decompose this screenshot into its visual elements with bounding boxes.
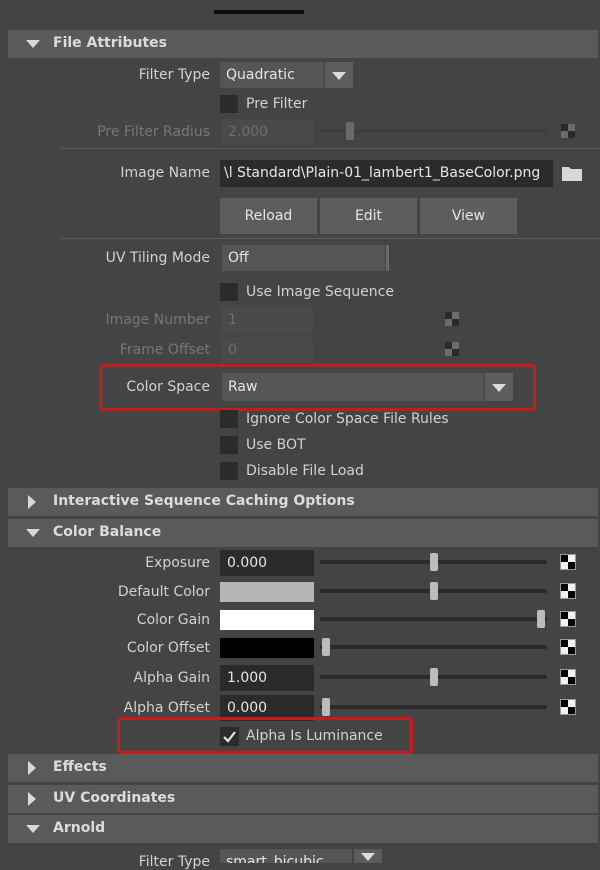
use-image-sequence-checkbox[interactable] xyxy=(220,283,238,301)
disable-file-load-label: Disable File Load xyxy=(246,463,364,479)
use-bot-checkbox[interactable] xyxy=(220,436,238,454)
expand-arrow-icon xyxy=(28,495,36,509)
exposure-field[interactable]: 0.000 xyxy=(220,550,314,576)
filter-type-dropdown[interactable]: Quadratic xyxy=(220,62,324,88)
default-color-label: Default Color xyxy=(117,584,210,600)
alpha-offset-slider-handle[interactable] xyxy=(322,698,330,716)
section-title: Interactive Sequence Caching Options xyxy=(53,493,355,509)
pre-filter-radius-slider-handle[interactable] xyxy=(346,122,354,140)
color-gain-label: Color Gain xyxy=(136,612,210,628)
collapse-arrow-icon xyxy=(26,825,40,833)
panel-top-bar xyxy=(0,0,600,28)
chevron-down-icon xyxy=(332,72,346,80)
section-title: File Attributes xyxy=(53,35,167,51)
filter-type-dropdown-button[interactable] xyxy=(325,62,353,88)
collapse-arrow-icon xyxy=(26,40,40,48)
frame-offset-label: Frame Offset xyxy=(119,342,210,358)
highlight-box-alpha-is-luminance xyxy=(117,717,413,754)
color-gain-swatch[interactable] xyxy=(220,610,314,630)
map-button-icon[interactable] xyxy=(560,583,576,599)
highlight-box-color-space xyxy=(99,364,536,411)
section-uv-coordinates[interactable]: UV Coordinates xyxy=(8,785,598,813)
edit-button[interactable]: Edit xyxy=(320,198,417,234)
image-number-field[interactable]: 1 xyxy=(221,307,313,333)
divider xyxy=(60,148,600,149)
section-file-attributes[interactable]: File Attributes xyxy=(8,30,598,58)
map-button-icon[interactable] xyxy=(560,699,576,715)
divider xyxy=(60,238,600,239)
collapse-arrow-icon xyxy=(26,529,40,537)
reload-button[interactable]: Reload xyxy=(220,198,317,234)
color-gain-slider-handle[interactable] xyxy=(537,610,545,628)
color-offset-slider-handle[interactable] xyxy=(322,638,330,656)
pre-filter-label: Pre Filter xyxy=(246,96,308,112)
map-button-icon[interactable] xyxy=(445,342,459,356)
chevron-down-icon xyxy=(361,853,375,861)
use-image-sequence-label: Use Image Sequence xyxy=(246,284,394,300)
arnold-filter-type-label: Filter Type xyxy=(138,854,210,870)
section-color-balance[interactable]: Color Balance xyxy=(8,519,598,547)
image-name-label: Image Name xyxy=(120,165,210,181)
image-name-field[interactable]: \l Standard\Plain-01_lambert1_BaseColor.… xyxy=(220,160,553,187)
map-button-icon[interactable] xyxy=(561,124,575,138)
arnold-filter-type-dropdown[interactable]: smart_bicubic xyxy=(220,849,352,863)
map-button-icon[interactable] xyxy=(560,669,576,685)
color-gain-slider-track[interactable] xyxy=(320,617,547,621)
alpha-offset-label: Alpha Offset xyxy=(123,700,210,716)
section-interactive-sequence-caching[interactable]: Interactive Sequence Caching Options xyxy=(8,488,598,516)
section-effects[interactable]: Effects xyxy=(8,754,598,782)
folder-icon[interactable] xyxy=(561,164,583,182)
section-arnold[interactable]: Arnold xyxy=(8,815,598,843)
color-offset-swatch[interactable] xyxy=(220,638,314,658)
pre-filter-radius-field[interactable]: 2.000 xyxy=(221,119,313,145)
section-title: Effects xyxy=(53,759,107,775)
pre-filter-radius-slider-track[interactable] xyxy=(320,129,547,133)
image-number-label: Image Number xyxy=(105,312,210,328)
drag-handle[interactable] xyxy=(214,10,304,14)
expand-arrow-icon xyxy=(28,792,36,806)
image-name-value: \l Standard\Plain-01_lambert1_BaseColor.… xyxy=(224,165,541,181)
section-title: Color Balance xyxy=(53,524,162,540)
exposure-slider-handle[interactable] xyxy=(429,553,438,571)
uv-tiling-mode-dropdown[interactable]: Off xyxy=(222,245,385,271)
expand-arrow-icon xyxy=(28,761,36,775)
alpha-offset-slider-track[interactable] xyxy=(320,705,547,709)
frame-offset-field[interactable]: 0 xyxy=(221,337,313,363)
alpha-gain-label: Alpha Gain xyxy=(133,670,210,686)
section-title: UV Coordinates xyxy=(53,790,176,806)
default-color-slider-handle[interactable] xyxy=(429,582,438,600)
default-color-swatch[interactable] xyxy=(220,582,314,602)
exposure-label: Exposure xyxy=(145,555,210,571)
alpha-gain-slider-handle[interactable] xyxy=(429,668,438,686)
uv-tiling-mode-label: UV Tiling Mode xyxy=(105,250,210,266)
dropdown-edge xyxy=(386,245,389,271)
map-button-icon[interactable] xyxy=(445,312,459,326)
pre-filter-radius-label: Pre Filter Radius xyxy=(97,124,210,140)
ignore-color-space-label: Ignore Color Space File Rules xyxy=(246,411,449,427)
pre-filter-checkbox[interactable] xyxy=(220,95,238,113)
map-button-icon[interactable] xyxy=(560,639,576,655)
alpha-gain-field[interactable]: 1.000 xyxy=(220,665,314,691)
map-button-icon[interactable] xyxy=(560,554,576,570)
use-bot-label: Use BOT xyxy=(246,437,306,453)
map-button-icon[interactable] xyxy=(560,611,576,627)
color-offset-slider-track[interactable] xyxy=(320,645,547,649)
color-offset-label: Color Offset xyxy=(126,640,210,656)
section-title: Arnold xyxy=(53,820,106,836)
ignore-color-space-checkbox[interactable] xyxy=(220,410,238,428)
view-button[interactable]: View xyxy=(420,198,517,234)
disable-file-load-checkbox[interactable] xyxy=(220,462,238,480)
filter-type-label: Filter Type xyxy=(138,67,210,83)
arnold-filter-type-dropdown-button[interactable] xyxy=(354,849,382,863)
